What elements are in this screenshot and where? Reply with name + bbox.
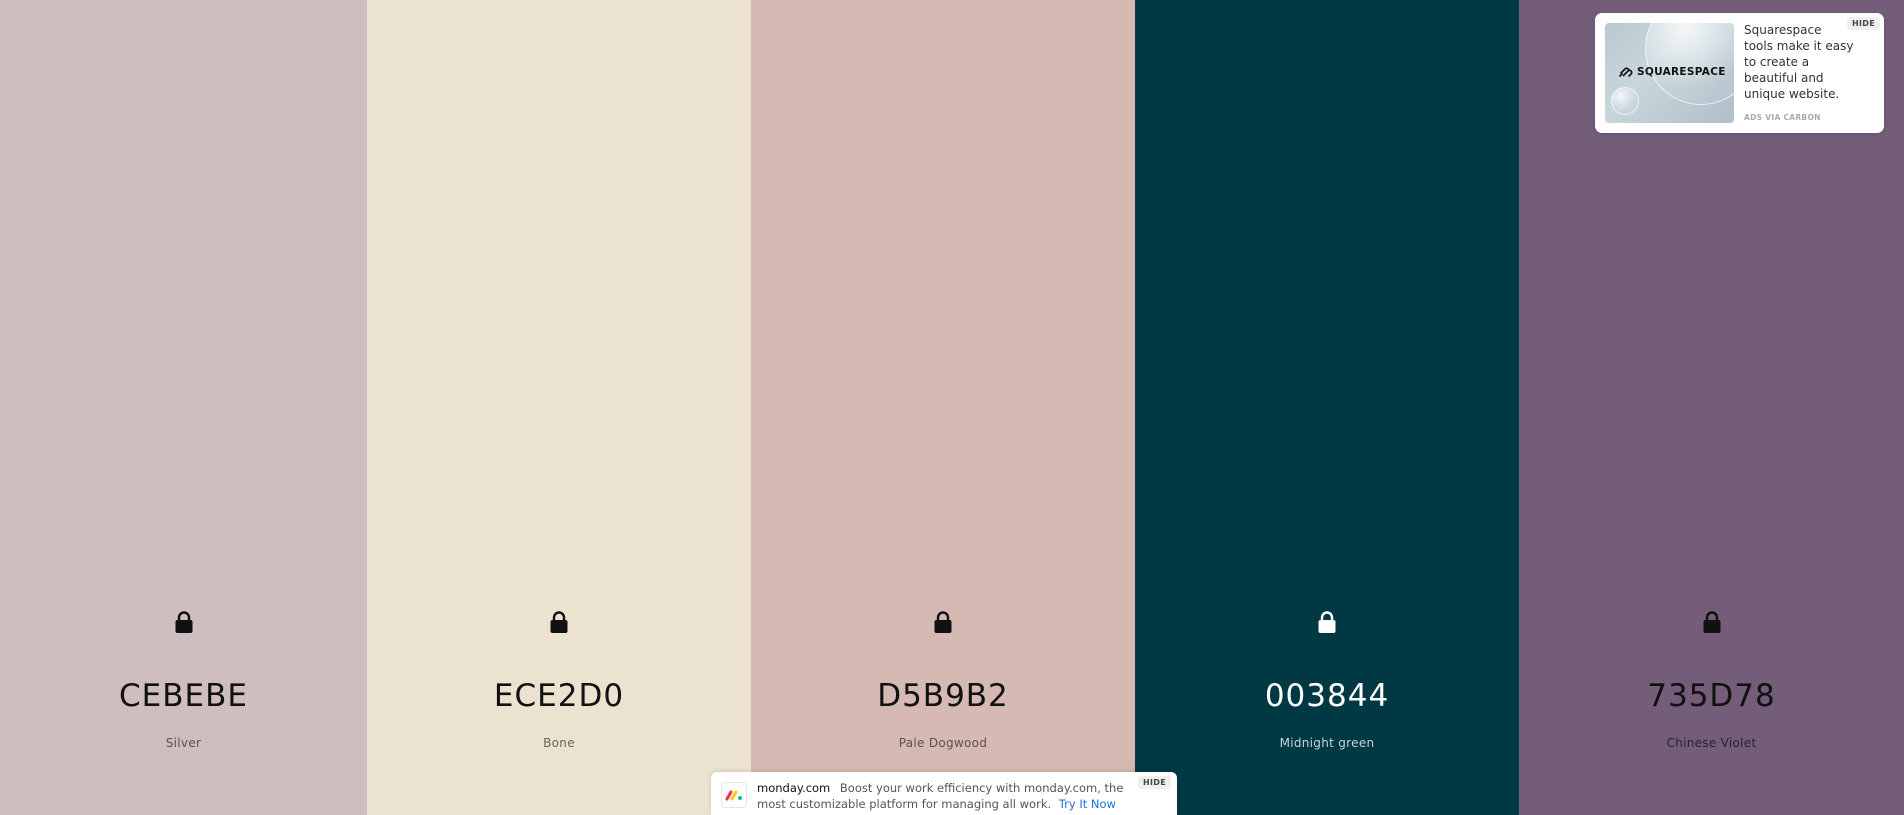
color-name[interactable]: Midnight green	[1135, 736, 1519, 750]
color-name[interactable]: Bone	[367, 736, 751, 750]
monday-ad-text: monday.com Boost your work efficiency wi…	[757, 780, 1137, 812]
color-hex[interactable]: D5B9B2	[751, 678, 1135, 714]
monday-ad-banner: monday.com Boost your work efficiency wi…	[711, 772, 1177, 815]
color-swatch-3[interactable]: D5B9B2 Pale Dogwood	[751, 0, 1135, 815]
monday-logo-icon[interactable]	[721, 782, 747, 808]
squarespace-logo-icon	[1619, 67, 1633, 77]
ad-image-brand: SQUARESPACE	[1637, 66, 1726, 78]
monday-brand[interactable]: monday.com	[757, 781, 830, 795]
lock-icon[interactable]	[1701, 610, 1723, 634]
ad-image[interactable]: SQUARESPACE	[1605, 23, 1734, 123]
color-name[interactable]: Silver	[0, 736, 367, 750]
color-swatch-4[interactable]: 003844 Midnight green	[1135, 0, 1519, 815]
color-hex[interactable]: 735D78	[1519, 678, 1904, 714]
try-it-now-link[interactable]: Try It Now	[1059, 797, 1116, 811]
bubble-decoration	[1611, 87, 1639, 115]
color-swatch-2[interactable]: ECE2D0 Bone	[367, 0, 751, 815]
color-hex[interactable]: CEBEBE	[0, 678, 367, 714]
lock-icon[interactable]	[173, 610, 195, 634]
ad-text[interactable]: Squarespace tools make it easy to create…	[1744, 22, 1854, 102]
color-name[interactable]: Pale Dogwood	[751, 736, 1135, 750]
color-swatch-1[interactable]: CEBEBE Silver	[0, 0, 367, 815]
hide-ad-button[interactable]: HIDE	[1847, 17, 1880, 30]
monday-logo-glyph	[725, 790, 742, 801]
color-name[interactable]: Chinese Violet	[1519, 736, 1904, 750]
lock-icon[interactable]	[548, 610, 570, 634]
carbon-ad: SQUARESPACE Squarespace tools make it ea…	[1595, 13, 1884, 133]
lock-icon[interactable]	[1316, 610, 1338, 634]
squarespace-logo: SQUARESPACE	[1619, 66, 1726, 78]
ads-via-carbon-link[interactable]: ADS VIA CARBON	[1744, 113, 1821, 122]
lock-icon[interactable]	[932, 610, 954, 634]
hide-banner-button[interactable]: HIDE	[1138, 776, 1171, 789]
color-hex[interactable]: 003844	[1135, 678, 1519, 714]
bubble-decoration	[1645, 23, 1734, 105]
color-hex[interactable]: ECE2D0	[367, 678, 751, 714]
